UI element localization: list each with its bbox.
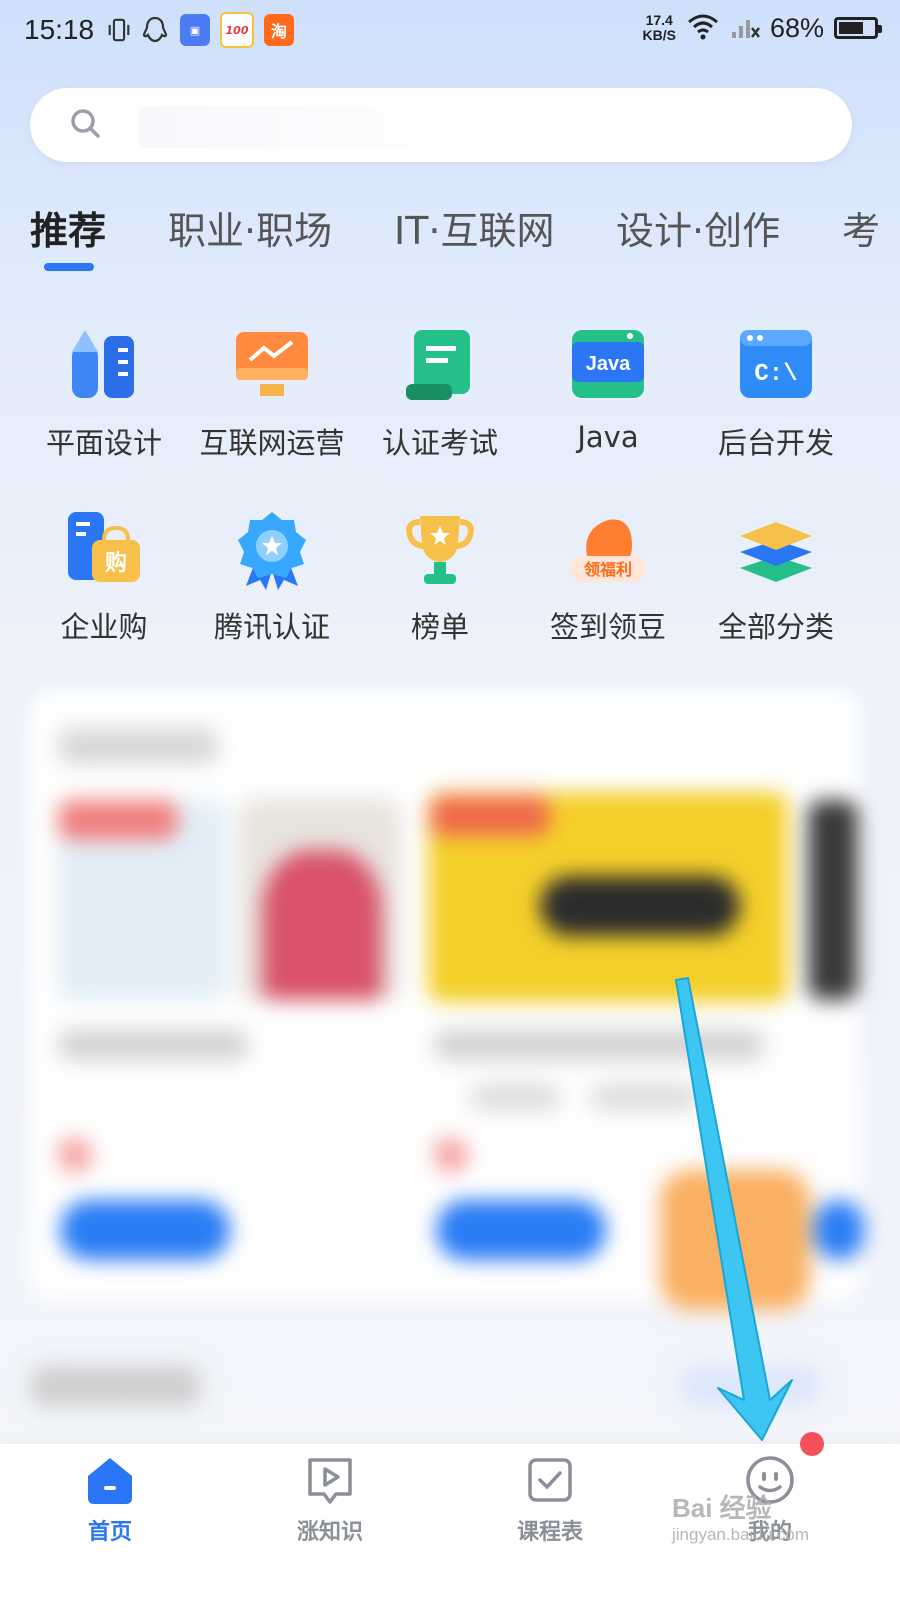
notification-badge <box>800 1432 824 1456</box>
baidu-watermark: Bai 经验 jingyan.baidu.com <box>672 1493 810 1544</box>
nav-label: 涨知识 <box>296 1520 363 1545</box>
nav-label: 课程表 <box>516 1520 583 1545</box>
nav-label: 首页 <box>87 1520 132 1545</box>
play-bubble-icon <box>308 1458 352 1504</box>
checklist-icon <box>528 1458 572 1502</box>
nav-home[interactable]: 首页 <box>0 1444 220 1600</box>
blurred-content <box>0 0 900 1600</box>
nav-knowledge[interactable]: 涨知识 <box>220 1444 440 1600</box>
home-icon <box>88 1458 132 1504</box>
nav-schedule[interactable]: 课程表 <box>440 1444 660 1600</box>
